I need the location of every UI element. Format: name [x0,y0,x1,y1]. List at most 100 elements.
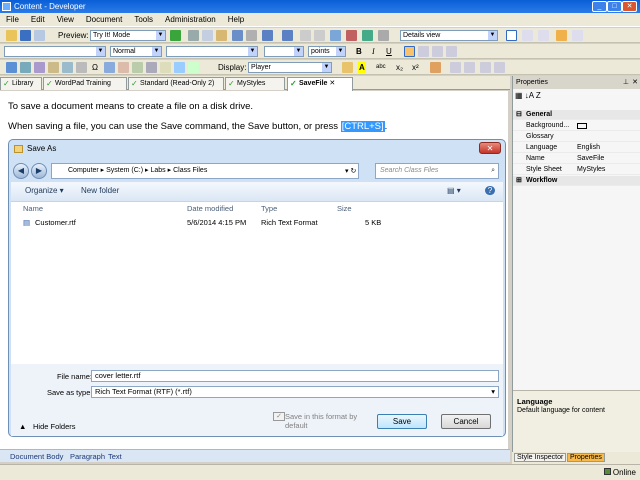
close-icon[interactable]: ✕ [632,76,638,89]
grid-icon[interactable] [62,62,73,73]
omega-icon[interactable]: Ω [92,62,98,73]
media-icon[interactable] [34,62,45,73]
help-icon[interactable]: ? [485,186,495,195]
close-button[interactable]: ✕ [622,1,637,12]
numbering-icon[interactable] [464,62,475,73]
print-icon[interactable] [34,30,45,41]
highlight-icon[interactable] [342,62,353,73]
menu-administration[interactable]: Administration [159,13,222,27]
bold-button[interactable]: B [356,46,362,57]
open-icon[interactable] [6,30,17,41]
find-icon[interactable] [232,30,243,41]
tab-library[interactable]: ✓ Library [0,77,42,90]
symbol-icon[interactable] [104,62,115,73]
new-folder-button[interactable]: New folder [81,186,119,195]
panel2-icon[interactable] [572,30,583,41]
save-icon[interactable] [20,30,31,41]
font-name-dropdown[interactable]: ▼ [166,46,258,57]
column-size[interactable]: Size [337,204,352,213]
units-dropdown[interactable]: points ▼ [308,46,346,57]
note-icon[interactable] [118,62,129,73]
strikethrough-button[interactable]: abc [376,62,386,73]
column-type[interactable]: Type [261,204,277,213]
chevron-up-icon[interactable]: ▲ [19,422,26,431]
underline-button[interactable]: U [386,46,392,57]
justify-icon[interactable] [446,46,457,57]
frame-icon[interactable] [188,62,199,73]
replace-icon[interactable] [246,30,257,41]
column-date[interactable]: Date modified [187,204,233,213]
list-icon[interactable] [76,62,87,73]
italic-button[interactable]: I [372,46,375,57]
forward-icon[interactable] [314,30,325,41]
file-list[interactable]: Name Date modified Type Size ▤ Customer.… [11,202,503,364]
category-workflow[interactable]: ⊞ Workflow [513,176,640,186]
path-paragraph[interactable]: Paragraph [70,452,105,461]
pin-icon[interactable]: ⊥ [623,76,629,89]
font-size-dropdown[interactable]: ▼ [264,46,304,57]
tab-mystyles[interactable]: ✓ MyStyles [225,77,285,90]
column-name[interactable]: Name [23,204,43,213]
style-dropdown[interactable]: Normal ▼ [110,46,162,57]
copy-icon[interactable] [202,30,213,41]
display-dropdown[interactable]: Player ▼ [248,62,332,73]
minimize-button[interactable]: _ [592,1,607,12]
breadcrumb-labs[interactable]: Labs [151,167,166,174]
tab-close-icon[interactable]: ✕ [329,80,335,87]
prop-row[interactable]: Style Sheet MyStyles [513,165,640,175]
view-dropdown[interactable]: Details view ▼ [400,30,498,41]
tab-properties[interactable]: Properties [567,453,605,462]
spell-icon[interactable] [346,30,357,41]
paste-icon[interactable] [216,30,227,41]
menu-tools[interactable]: Tools [128,13,159,27]
path-document-body[interactable]: Document Body [10,452,63,461]
prop-row[interactable]: Glossary [513,132,640,142]
prop-row[interactable]: Language English [513,143,640,153]
link-icon[interactable] [330,30,341,41]
menu-view[interactable]: View [51,13,80,27]
layout-icon[interactable] [506,30,517,41]
tab-savefile[interactable]: ✓ SaveFile ✕ [287,77,353,91]
save-button[interactable]: Save [377,414,427,429]
superscript-button[interactable]: x² [412,62,419,73]
text-color-button[interactable]: A [358,62,366,73]
search-input[interactable]: Search Class Files ⌕ [375,163,499,179]
file-name-field[interactable]: cover letter.rtf [91,370,499,382]
indent-icon[interactable] [494,62,505,73]
tab-wordpad-training[interactable]: ✓ WordPad Training [43,77,127,90]
breadcrumb-system[interactable]: System (C:) [106,167,143,174]
box-icon[interactable] [160,62,171,73]
menu-file[interactable]: File [0,13,25,27]
shape-icon[interactable] [174,62,185,73]
breadcrumb-computer[interactable]: Computer [68,167,99,174]
layout3-icon[interactable] [538,30,549,41]
hide-folders-button[interactable]: Hide Folders [33,422,76,431]
font-dropdown[interactable]: ▼ [4,46,106,57]
preview-mode-dropdown[interactable]: Try It! Mode ▼ [90,30,166,41]
address-bar[interactable]: Computer ▸ System (C:) ▸ Labs ▸ Class Fi… [51,163,359,179]
subscript-button[interactable]: x₂ [396,62,403,73]
forward-arrow-icon[interactable]: ▶ [31,163,47,179]
cursor-icon[interactable] [378,30,389,41]
views-icon[interactable]: ▤ ▾ [447,186,461,195]
prop-row[interactable]: Name SaveFile [513,154,640,164]
dialog-close-button[interactable]: ✕ [479,142,501,154]
maximize-button[interactable]: □ [607,1,622,12]
menu-edit[interactable]: Edit [25,13,51,27]
redo-icon[interactable] [282,30,293,41]
align-left-icon[interactable] [404,46,415,57]
align-center-icon[interactable] [418,46,429,57]
image-icon[interactable] [20,62,31,73]
menu-help[interactable]: Help [222,13,250,27]
panel-icon[interactable] [556,30,567,41]
break-icon[interactable] [146,62,157,73]
check-icon[interactable] [362,30,373,41]
align-right-icon[interactable] [432,46,443,57]
prop-row[interactable]: Background... [513,121,640,131]
hyperlink-icon[interactable] [48,62,59,73]
cut-icon[interactable] [188,30,199,41]
default-format-checkbox[interactable]: ✓ [273,412,285,421]
eraser-icon[interactable] [430,62,441,73]
bullets-icon[interactable] [450,62,461,73]
table-icon[interactable] [6,62,17,73]
